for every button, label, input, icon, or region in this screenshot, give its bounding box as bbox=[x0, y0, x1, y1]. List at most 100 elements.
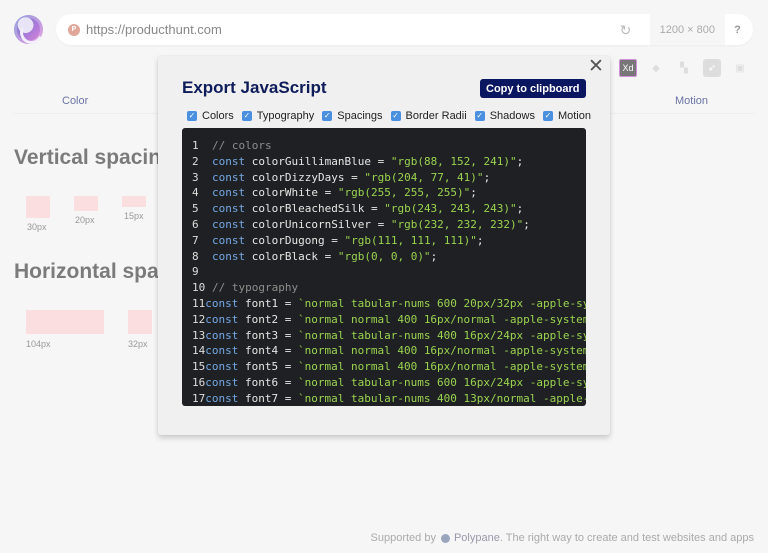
code-line: 12 const font2 = `normal normal 400 16px/… bbox=[182, 312, 586, 328]
option-shadows[interactable]: ✓ Shadows bbox=[474, 110, 535, 122]
url-input[interactable]: https://producthunt.com bbox=[86, 22, 620, 37]
checkbox[interactable]: ✓ bbox=[542, 111, 553, 121]
line-number: 10 bbox=[192, 281, 206, 295]
code-punctuation: ; bbox=[483, 170, 491, 184]
code-keyword: const bbox=[205, 360, 239, 374]
spacing-swatch bbox=[74, 196, 98, 211]
spacing-label: 15px bbox=[124, 211, 144, 221]
code-identifier: font2 = bbox=[238, 312, 298, 326]
code-keyword: const bbox=[205, 328, 239, 342]
code-keyword: const bbox=[205, 375, 239, 389]
code-keyword: const bbox=[205, 312, 239, 326]
reload-icon[interactable]: ↻ bbox=[620, 23, 634, 37]
code-string: "rgb(204, 77, 41)" bbox=[364, 170, 484, 184]
checkbox[interactable]: ✓ bbox=[241, 111, 252, 121]
code-keyword: const bbox=[205, 344, 239, 358]
code-line: 8 const colorBlack = "rgb(0, 0, 0)"; bbox=[182, 249, 586, 265]
code-identifier: colorDizzyDays = bbox=[245, 170, 365, 184]
checkbox-label: Border Radii bbox=[405, 110, 467, 122]
code-identifier: font5 = bbox=[238, 360, 298, 374]
spacing-swatch bbox=[128, 310, 152, 334]
code-string: `normal normal 400 16px/normal -apple-sy… bbox=[297, 344, 586, 358]
code-identifier: colorDugong = bbox=[245, 233, 345, 247]
code-string: "rgb(88, 152, 241)" bbox=[390, 154, 517, 168]
code-identifier: colorGuillimanBlue = bbox=[245, 154, 391, 168]
polypane-icon bbox=[440, 533, 450, 543]
checkbox[interactable]: ✓ bbox=[187, 111, 197, 121]
code-string: "rgb(0, 0, 0)" bbox=[337, 249, 431, 263]
code-punctuation: ; bbox=[516, 202, 524, 216]
option-spacings[interactable]: ✓ Spacings bbox=[322, 110, 383, 122]
code-keyword: const bbox=[212, 170, 246, 184]
code-identifier: colorWhite = bbox=[245, 186, 338, 200]
code-string: `normal normal 400 16px/normal -apple-sy… bbox=[297, 312, 586, 326]
code-keyword: const bbox=[212, 233, 246, 247]
option-border-radii[interactable]: ✓ Border Radii bbox=[390, 110, 467, 122]
code-line: 15 const font5 = `normal normal 400 16px/… bbox=[182, 359, 586, 375]
code-line: 1 // colors bbox=[182, 138, 586, 154]
option-motion[interactable]: ✓ Motion bbox=[542, 110, 591, 122]
line-number: 11 bbox=[192, 296, 206, 310]
code-identifier: colorBleachedSilk = bbox=[245, 202, 385, 216]
sketch-icon[interactable]: ◆ bbox=[647, 59, 665, 77]
code-line: 6 const colorUnicornSilver = "rgb(232, 23… bbox=[182, 217, 586, 233]
export-options: ✓ Colors ✓ Typography ✓ Spacings ✓ Border Radii… bbox=[187, 110, 591, 122]
export-tool-icons: Xd ◆ ▚ ➶ ▣ bbox=[619, 59, 749, 77]
checkbox[interactable]: ✓ bbox=[322, 111, 333, 121]
line-number: 15 bbox=[192, 360, 206, 374]
viewport-dimensions: 1200 × 800 bbox=[649, 14, 725, 45]
spacing-label: 30px bbox=[27, 222, 47, 232]
code-output[interactable]: 1 // colors 2 const colorGuillimanBlue = "r… bbox=[182, 128, 586, 406]
line-number: 5 bbox=[192, 202, 199, 216]
swift-icon[interactable]: ➶ bbox=[703, 59, 721, 77]
polypane-link[interactable]: Polypane bbox=[454, 532, 500, 544]
figma-icon[interactable]: ▚ bbox=[675, 59, 693, 77]
copy-to-clipboard-button[interactable]: Copy to clipboard bbox=[480, 79, 586, 98]
code-string: `normal normal 400 16px/normal -apple-sy… bbox=[297, 360, 586, 374]
code-identifier: colorUnicornSilver = bbox=[245, 217, 391, 231]
line-number: 13 bbox=[192, 328, 206, 342]
code-keyword: const bbox=[212, 249, 246, 263]
code-string: "rgb(243, 243, 243)" bbox=[384, 202, 517, 216]
close-icon[interactable]: ✕ bbox=[587, 57, 605, 76]
code-line: 2 const colorGuillimanBlue = "rgb(88, 152… bbox=[182, 154, 586, 170]
code-keyword: const bbox=[212, 217, 246, 231]
code-punctuation: ; bbox=[476, 233, 484, 247]
android-icon[interactable]: ▣ bbox=[731, 59, 749, 77]
spacing-swatch bbox=[122, 196, 146, 207]
code-line: 10 // typography bbox=[182, 280, 586, 296]
vertical-spacing-heading: Vertical spacin bbox=[14, 146, 162, 169]
tab-motion[interactable]: Motion bbox=[675, 95, 708, 107]
code-line: 4 const colorWhite = "rgb(255, 255, 255)"… bbox=[182, 185, 586, 201]
code-string: `normal tabular-nums 400 16px/24px -appl… bbox=[297, 328, 586, 342]
checkbox[interactable]: ✓ bbox=[474, 111, 485, 121]
line-number: 9 bbox=[192, 265, 199, 279]
code-identifier: font4 = bbox=[238, 344, 298, 358]
line-number: 17 bbox=[192, 391, 206, 405]
line-number: 1 bbox=[192, 139, 199, 152]
help-button[interactable]: ? bbox=[725, 17, 750, 42]
polypane-logo[interactable] bbox=[14, 15, 43, 44]
code-line: 5 const colorBleachedSilk = "rgb(243, 243… bbox=[182, 201, 586, 217]
modal-title: Export JavaScript bbox=[182, 78, 327, 97]
tab-color[interactable]: Color bbox=[62, 95, 88, 107]
address-bar[interactable]: P https://producthunt.com ↻ 1200 × 800 ? bbox=[56, 14, 753, 45]
code-identifier: font6 = bbox=[238, 375, 298, 389]
code-comment: // colors bbox=[212, 139, 272, 152]
line-number: 2 bbox=[192, 154, 199, 168]
code-punctuation: ; bbox=[470, 186, 477, 200]
line-number: 3 bbox=[192, 170, 199, 184]
adobe-xd-icon[interactable]: Xd bbox=[619, 59, 637, 77]
spacing-swatch bbox=[26, 310, 104, 334]
spacing-label: 20px bbox=[75, 215, 95, 225]
code-string: "rgb(111, 111, 111)" bbox=[344, 233, 477, 247]
code-line: 17 const font7 = `normal tabular-nums 400… bbox=[182, 391, 586, 406]
option-typography[interactable]: ✓ Typography bbox=[241, 110, 314, 122]
code-line: 16 const font6 = `normal tabular-nums 600… bbox=[182, 375, 586, 391]
option-colors[interactable]: ✓ Colors bbox=[187, 110, 234, 122]
line-number: 6 bbox=[192, 217, 199, 231]
code-keyword: const bbox=[212, 154, 246, 168]
checkbox-label: Spacings bbox=[337, 110, 383, 122]
checkbox[interactable]: ✓ bbox=[390, 111, 401, 121]
code-string: "rgb(232, 232, 232)" bbox=[390, 217, 524, 231]
